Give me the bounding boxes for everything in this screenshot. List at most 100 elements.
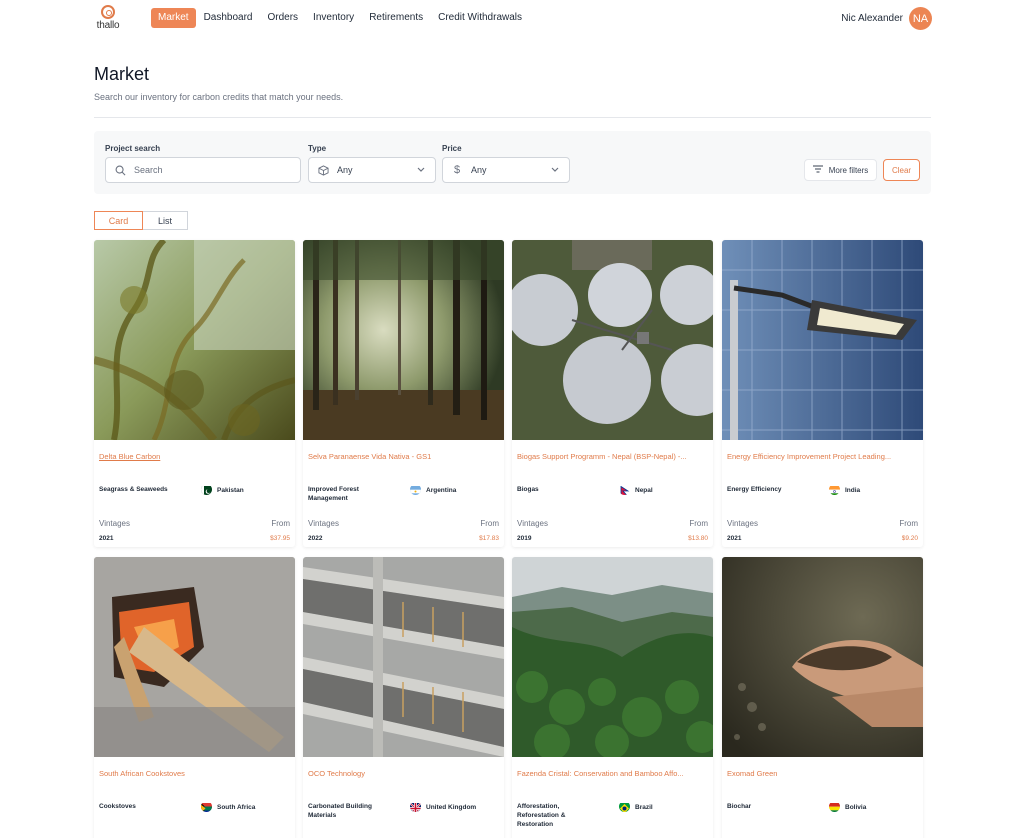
project-image-soil[interactable] — [722, 557, 923, 757]
project-country: South Africa — [217, 804, 256, 811]
user-name: Nic Alexander — [841, 13, 903, 24]
logo-text: thallo — [96, 20, 120, 31]
project-title[interactable]: Energy Efficiency Improvement Project Le… — [727, 452, 919, 461]
nepal-flag-icon — [619, 484, 630, 495]
view-toggle: Card List — [94, 211, 188, 230]
nav-item-orders[interactable]: Orders — [260, 8, 305, 28]
from-label: From — [480, 519, 499, 528]
vintages-label: Vintages — [99, 519, 130, 528]
type-value: Any — [337, 165, 353, 175]
project-image-rainforest[interactable] — [512, 557, 713, 757]
search-placeholder: Search — [134, 165, 163, 175]
project-card[interactable]: Fazenda Cristal: Conservation and Bamboo… — [512, 557, 713, 838]
top-navbar: thallo Market Dashboard Orders Inventory… — [0, 0, 1024, 38]
project-title[interactable]: OCO Technology — [308, 769, 500, 778]
page-subtitle: Search our inventory for carbon credits … — [94, 92, 344, 102]
vintages-label: Vintages — [308, 519, 339, 528]
search-icon — [114, 165, 126, 176]
page-title: Market — [94, 64, 150, 84]
project-type: Biogas — [517, 486, 539, 493]
project-image-forest[interactable] — [303, 240, 504, 440]
price-value: $9.20 — [901, 535, 918, 542]
project-country: India — [845, 487, 861, 494]
filter-lines-icon — [812, 165, 823, 175]
project-card[interactable]: Selva Paranaense Vida Nativa - GS1 Impro… — [303, 240, 504, 547]
filter-panel: Project search Search Type Any Price $ A… — [94, 131, 931, 194]
clear-button[interactable]: Clear — [883, 159, 920, 181]
nav-item-credit-withdrawals[interactable]: Credit Withdrawals — [431, 8, 529, 28]
project-country: Pakistan — [217, 487, 244, 494]
argentina-flag-icon — [410, 484, 421, 495]
from-label: From — [271, 519, 290, 528]
project-image-cookstove[interactable] — [94, 557, 295, 757]
project-image-biogas[interactable] — [512, 240, 713, 440]
project-type: Biochar — [727, 803, 752, 810]
project-country: Bolivia — [845, 804, 867, 811]
project-card[interactable]: Exomad Green Biochar Bolivia — [722, 557, 923, 838]
vintage-value: 2021 — [99, 535, 114, 542]
price-value: $37.95 — [270, 535, 290, 542]
vintage-value: 2022 — [308, 535, 323, 542]
project-card[interactable]: OCO Technology Carbonated Building Mater… — [303, 557, 504, 838]
project-country: Brazil — [635, 804, 653, 811]
vintage-value: 2019 — [517, 535, 532, 542]
price-value: $17.83 — [479, 535, 499, 542]
list-view-button[interactable]: List — [143, 211, 188, 230]
type-select[interactable]: Any — [308, 157, 436, 183]
project-type: Improved Forest Management — [308, 486, 359, 502]
project-image-building[interactable] — [303, 557, 504, 757]
project-type: Afforestation, Reforestation & Restorati… — [517, 803, 566, 828]
price-select[interactable]: $ Any — [442, 157, 570, 183]
project-title[interactable]: Selva Paranaense Vida Nativa - GS1 — [308, 452, 500, 461]
price-label: Price — [442, 144, 462, 153]
project-card[interactable]: Delta Blue Carbon Seagrass & Seaweeds Pa… — [94, 240, 295, 547]
price-value: Any — [471, 165, 487, 175]
project-search-label: Project search — [105, 144, 161, 153]
brazil-flag-icon — [619, 801, 630, 812]
project-title[interactable]: Biogas Support Programm - Nepal (BSP-Nep… — [517, 452, 709, 461]
from-label: From — [899, 519, 918, 528]
avatar[interactable]: NA — [909, 7, 932, 30]
project-type: Cookstoves — [99, 803, 136, 810]
user-menu[interactable]: Nic Alexander NA — [841, 7, 932, 30]
project-title[interactable]: Delta Blue Carbon — [99, 452, 291, 461]
project-image-streetlamp[interactable] — [722, 240, 923, 440]
project-type: Carbonated Building Materials — [308, 803, 372, 819]
nav-item-inventory[interactable]: Inventory — [306, 8, 361, 28]
search-input[interactable]: Search — [105, 157, 301, 183]
project-type: Seagrass & Seaweeds — [99, 486, 168, 493]
pakistan-flag-icon — [201, 484, 212, 495]
vintages-label: Vintages — [727, 519, 758, 528]
project-card[interactable]: Energy Efficiency Improvement Project Le… — [722, 240, 923, 547]
main-nav: Market Dashboard Orders Inventory Retire… — [151, 8, 530, 28]
type-label: Type — [308, 144, 327, 153]
more-filters-label: More filters — [828, 165, 869, 175]
from-label: From — [689, 519, 708, 528]
south-africa-flag-icon — [201, 801, 212, 812]
logo-icon — [101, 5, 115, 19]
dollar-icon: $ — [453, 164, 461, 176]
thallo-logo[interactable]: thallo — [94, 5, 122, 33]
india-flag-icon — [829, 484, 840, 495]
project-image-seaweed[interactable] — [94, 240, 295, 440]
project-country: United Kingdom — [426, 804, 477, 811]
project-country: Argentina — [426, 487, 457, 494]
project-title[interactable]: Exomad Green — [727, 769, 919, 778]
bolivia-flag-icon — [829, 801, 840, 812]
project-card[interactable]: Biogas Support Programm - Nepal (BSP-Nep… — [512, 240, 713, 547]
price-value: $13.80 — [688, 535, 708, 542]
divider — [94, 117, 931, 118]
united-kingdom-flag-icon — [410, 801, 421, 812]
chevron-down-icon — [551, 166, 559, 175]
project-title[interactable]: Fazenda Cristal: Conservation and Bamboo… — [517, 769, 709, 778]
nav-item-dashboard[interactable]: Dashboard — [197, 8, 260, 28]
card-view-button[interactable]: Card — [94, 211, 143, 230]
project-country: Nepal — [635, 487, 653, 494]
more-filters-button[interactable]: More filters — [804, 159, 877, 181]
project-title[interactable]: South African Cookstoves — [99, 769, 291, 778]
chevron-down-icon — [417, 166, 425, 175]
project-card[interactable]: South African Cookstoves Cookstoves Sout… — [94, 557, 295, 838]
nav-item-market[interactable]: Market — [151, 8, 196, 28]
nav-item-retirements[interactable]: Retirements — [362, 8, 430, 28]
cube-icon — [317, 164, 329, 176]
